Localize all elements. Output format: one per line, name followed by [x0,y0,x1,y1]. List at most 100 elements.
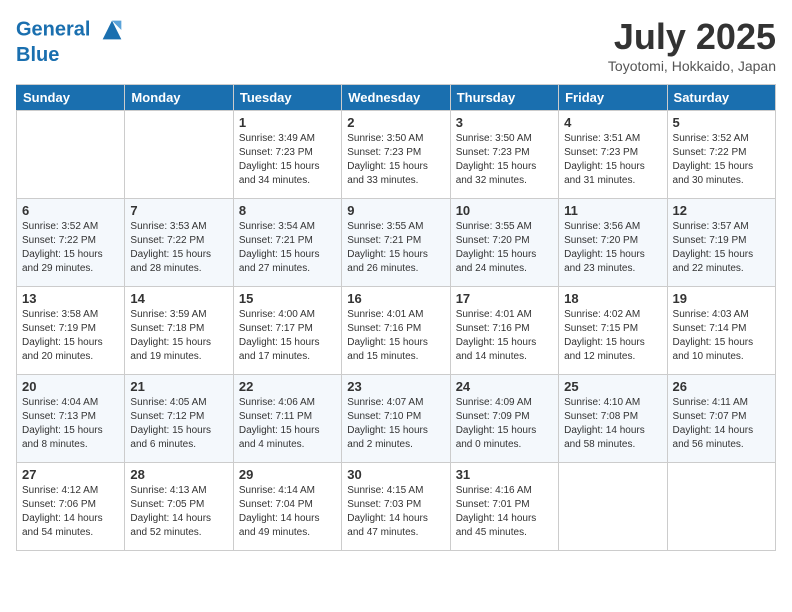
day-cell: 21 Sunrise: 4:05 AM Sunset: 7:12 PM Dayli… [125,375,233,463]
day-cell: 23Sunrise: 4:07 AM Sunset: 7:10 PM Dayli… [342,375,450,463]
week-row-5: 27 Sunrise: 4:12 AM Sunset: 7:06 PM Dayli… [17,463,776,551]
day-info: Sunrise: 4:13 AM Sunset: 7:05 PM Dayligh… [130,484,227,540]
day-info: Sunrise: 3:59 AM Sunset: 7:18 PM Dayligh… [130,308,227,364]
day-cell: 26 Sunrise: 4:11 AM Sunset: 7:07 PM Dayli… [667,375,775,463]
day-number: 31 [456,467,553,482]
day-info: Sunrise: 4:06 AM Sunset: 7:11 PM Dayligh… [239,396,336,452]
day-number: 23 [347,379,444,394]
day-info: Sunrise: 3:49 AM Sunset: 7:23 PM Dayligh… [239,132,336,188]
day-number: 10 [456,203,553,218]
day-cell: 29 Sunrise: 4:14 AM Sunset: 7:04 PM Dayli… [233,463,341,551]
day-number: 28 [130,467,227,482]
day-number: 20 [22,379,119,394]
day-cell [667,463,775,551]
day-cell: 14 Sunrise: 3:59 AM Sunset: 7:18 PM Dayli… [125,287,233,375]
day-number: 27 [22,467,119,482]
day-cell: 30 Sunrise: 4:15 AM Sunset: 7:03 PM Dayli… [342,463,450,551]
logo: General Blue [16,16,126,66]
day-cell: 13 Sunrise: 3:58 AM Sunset: 7:19 PM Dayli… [17,287,125,375]
day-number: 7 [130,203,227,218]
weekday-header-monday: Monday [125,85,233,111]
day-number: 6 [22,203,119,218]
day-number: 17 [456,291,553,306]
weekday-header-tuesday: Tuesday [233,85,341,111]
day-number: 8 [239,203,336,218]
day-cell: 3 Sunrise: 3:50 AM Sunset: 7:23 PM Daylig… [450,111,558,199]
day-info: Sunrise: 4:05 AM Sunset: 7:12 PM Dayligh… [130,396,227,452]
day-info: Sunrise: 4:04 AM Sunset: 7:13 PM Dayligh… [22,396,119,452]
day-info: Sunrise: 3:52 AM Sunset: 7:22 PM Dayligh… [22,220,119,276]
day-info: Sunrise: 4:00 AM Sunset: 7:17 PM Dayligh… [239,308,336,364]
page-header: General Blue July 2025 Toyotomi, Hokkaid… [16,16,776,74]
day-cell: 6 Sunrise: 3:52 AM Sunset: 7:22 PM Daylig… [17,199,125,287]
weekday-header-saturday: Saturday [667,85,775,111]
day-cell: 1Sunrise: 3:49 AM Sunset: 7:23 PM Daylig… [233,111,341,199]
day-info: Sunrise: 4:12 AM Sunset: 7:06 PM Dayligh… [22,484,119,540]
location: Toyotomi, Hokkaido, Japan [608,58,776,74]
day-number: 29 [239,467,336,482]
day-info: Sunrise: 4:14 AM Sunset: 7:04 PM Dayligh… [239,484,336,540]
day-cell: 2 Sunrise: 3:50 AM Sunset: 7:23 PM Daylig… [342,111,450,199]
day-number: 2 [347,115,444,130]
day-info: Sunrise: 4:01 AM Sunset: 7:16 PM Dayligh… [347,308,444,364]
day-info: Sunrise: 3:58 AM Sunset: 7:19 PM Dayligh… [22,308,119,364]
day-info: Sunrise: 3:55 AM Sunset: 7:20 PM Dayligh… [456,220,553,276]
day-number: 12 [673,203,770,218]
day-cell [559,463,667,551]
day-info: Sunrise: 4:10 AM Sunset: 7:08 PM Dayligh… [564,396,661,452]
logo-icon [98,16,126,44]
day-info: Sunrise: 3:51 AM Sunset: 7:23 PM Dayligh… [564,132,661,188]
day-number: 24 [456,379,553,394]
week-row-1: 1Sunrise: 3:49 AM Sunset: 7:23 PM Daylig… [17,111,776,199]
week-row-3: 13 Sunrise: 3:58 AM Sunset: 7:19 PM Dayli… [17,287,776,375]
day-info: Sunrise: 3:56 AM Sunset: 7:20 PM Dayligh… [564,220,661,276]
logo-general: General [16,18,90,40]
weekday-header-friday: Friday [559,85,667,111]
day-cell [17,111,125,199]
day-number: 25 [564,379,661,394]
day-cell: 10 Sunrise: 3:55 AM Sunset: 7:20 PM Dayli… [450,199,558,287]
day-info: Sunrise: 4:15 AM Sunset: 7:03 PM Dayligh… [347,484,444,540]
day-number: 18 [564,291,661,306]
day-number: 22 [239,379,336,394]
day-info: Sunrise: 3:54 AM Sunset: 7:21 PM Dayligh… [239,220,336,276]
day-number: 11 [564,203,661,218]
day-cell: 4 Sunrise: 3:51 AM Sunset: 7:23 PM Daylig… [559,111,667,199]
weekday-header-wednesday: Wednesday [342,85,450,111]
day-info: Sunrise: 3:50 AM Sunset: 7:23 PM Dayligh… [347,132,444,188]
day-number: 16 [347,291,444,306]
day-number: 13 [22,291,119,306]
day-number: 14 [130,291,227,306]
logo-text: General [16,16,126,44]
day-cell: 22 Sunrise: 4:06 AM Sunset: 7:11 PM Dayli… [233,375,341,463]
day-number: 5 [673,115,770,130]
day-info: Sunrise: 4:01 AM Sunset: 7:16 PM Dayligh… [456,308,553,364]
day-number: 30 [347,467,444,482]
logo-blue: Blue [16,44,126,66]
day-cell: 8 Sunrise: 3:54 AM Sunset: 7:21 PM Daylig… [233,199,341,287]
day-info: Sunrise: 4:16 AM Sunset: 7:01 PM Dayligh… [456,484,553,540]
header-row: SundayMondayTuesdayWednesdayThursdayFrid… [17,85,776,111]
day-cell [125,111,233,199]
day-info: Sunrise: 3:50 AM Sunset: 7:23 PM Dayligh… [456,132,553,188]
day-cell: 24 Sunrise: 4:09 AM Sunset: 7:09 PM Dayli… [450,375,558,463]
calendar-table: SundayMondayTuesdayWednesdayThursdayFrid… [16,84,776,551]
day-cell: 27 Sunrise: 4:12 AM Sunset: 7:06 PM Dayli… [17,463,125,551]
day-info: Sunrise: 4:03 AM Sunset: 7:14 PM Dayligh… [673,308,770,364]
day-cell: 12Sunrise: 3:57 AM Sunset: 7:19 PM Dayli… [667,199,775,287]
day-number: 3 [456,115,553,130]
day-number: 26 [673,379,770,394]
day-number: 19 [673,291,770,306]
day-number: 21 [130,379,227,394]
day-info: Sunrise: 4:11 AM Sunset: 7:07 PM Dayligh… [673,396,770,452]
day-cell: 20 Sunrise: 4:04 AM Sunset: 7:13 PM Dayli… [17,375,125,463]
day-cell: 16 Sunrise: 4:01 AM Sunset: 7:16 PM Dayli… [342,287,450,375]
week-row-4: 20 Sunrise: 4:04 AM Sunset: 7:13 PM Dayli… [17,375,776,463]
day-number: 4 [564,115,661,130]
day-cell: 19 Sunrise: 4:03 AM Sunset: 7:14 PM Dayli… [667,287,775,375]
day-info: Sunrise: 4:02 AM Sunset: 7:15 PM Dayligh… [564,308,661,364]
day-cell: 5Sunrise: 3:52 AM Sunset: 7:22 PM Daylig… [667,111,775,199]
week-row-2: 6 Sunrise: 3:52 AM Sunset: 7:22 PM Daylig… [17,199,776,287]
day-info: Sunrise: 4:09 AM Sunset: 7:09 PM Dayligh… [456,396,553,452]
day-number: 15 [239,291,336,306]
